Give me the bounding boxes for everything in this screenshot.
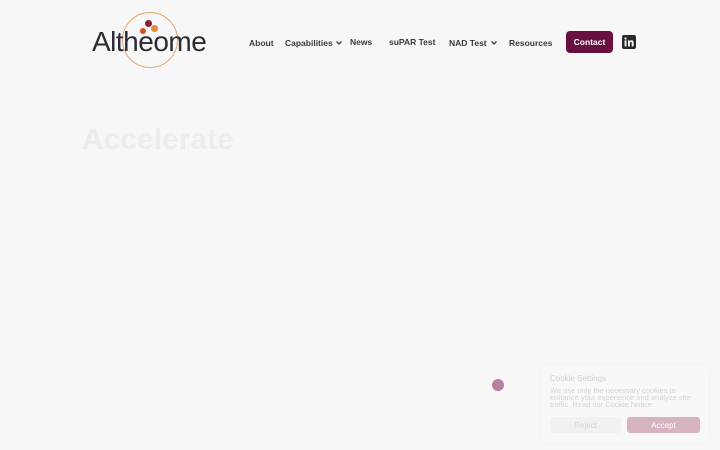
cookie-description: We use only the necessary cookies to enh…: [550, 387, 702, 409]
reject-button[interactable]: Reject: [550, 417, 621, 433]
nav-supar-test[interactable]: suPAR Test: [389, 35, 435, 49]
linkedin-icon[interactable]: [622, 35, 636, 49]
cookie-settings-panel: Cookie Settings We use only the necessar…: [541, 365, 709, 443]
altheome-logo[interactable]: Altheome: [92, 10, 214, 72]
nav-resources[interactable]: Resources: [509, 36, 552, 50]
nav-nad-test[interactable]: NAD Test: [449, 36, 487, 50]
nav-capabilities[interactable]: Capabilities: [285, 36, 333, 50]
site-header: Altheome About Capabilities News suPAR T…: [0, 0, 720, 86]
cookie-text-end: .: [652, 400, 655, 409]
contact-button[interactable]: Contact: [566, 31, 613, 53]
cookie-title: Cookie Settings: [550, 374, 607, 383]
nav-news[interactable]: News: [350, 35, 372, 49]
cookie-notice-link[interactable]: Cookie Notice: [605, 400, 652, 409]
loading-indicator: [492, 379, 504, 391]
logo-wordmark: Altheome: [92, 26, 207, 57]
chevron-down-icon[interactable]: [489, 38, 499, 48]
chevron-down-icon[interactable]: [334, 38, 344, 48]
hero-title: Accelerate: [82, 123, 234, 156]
accept-button[interactable]: Accept: [627, 417, 700, 433]
nav-about[interactable]: About: [249, 36, 274, 50]
linkedin-glyph: [624, 37, 634, 47]
